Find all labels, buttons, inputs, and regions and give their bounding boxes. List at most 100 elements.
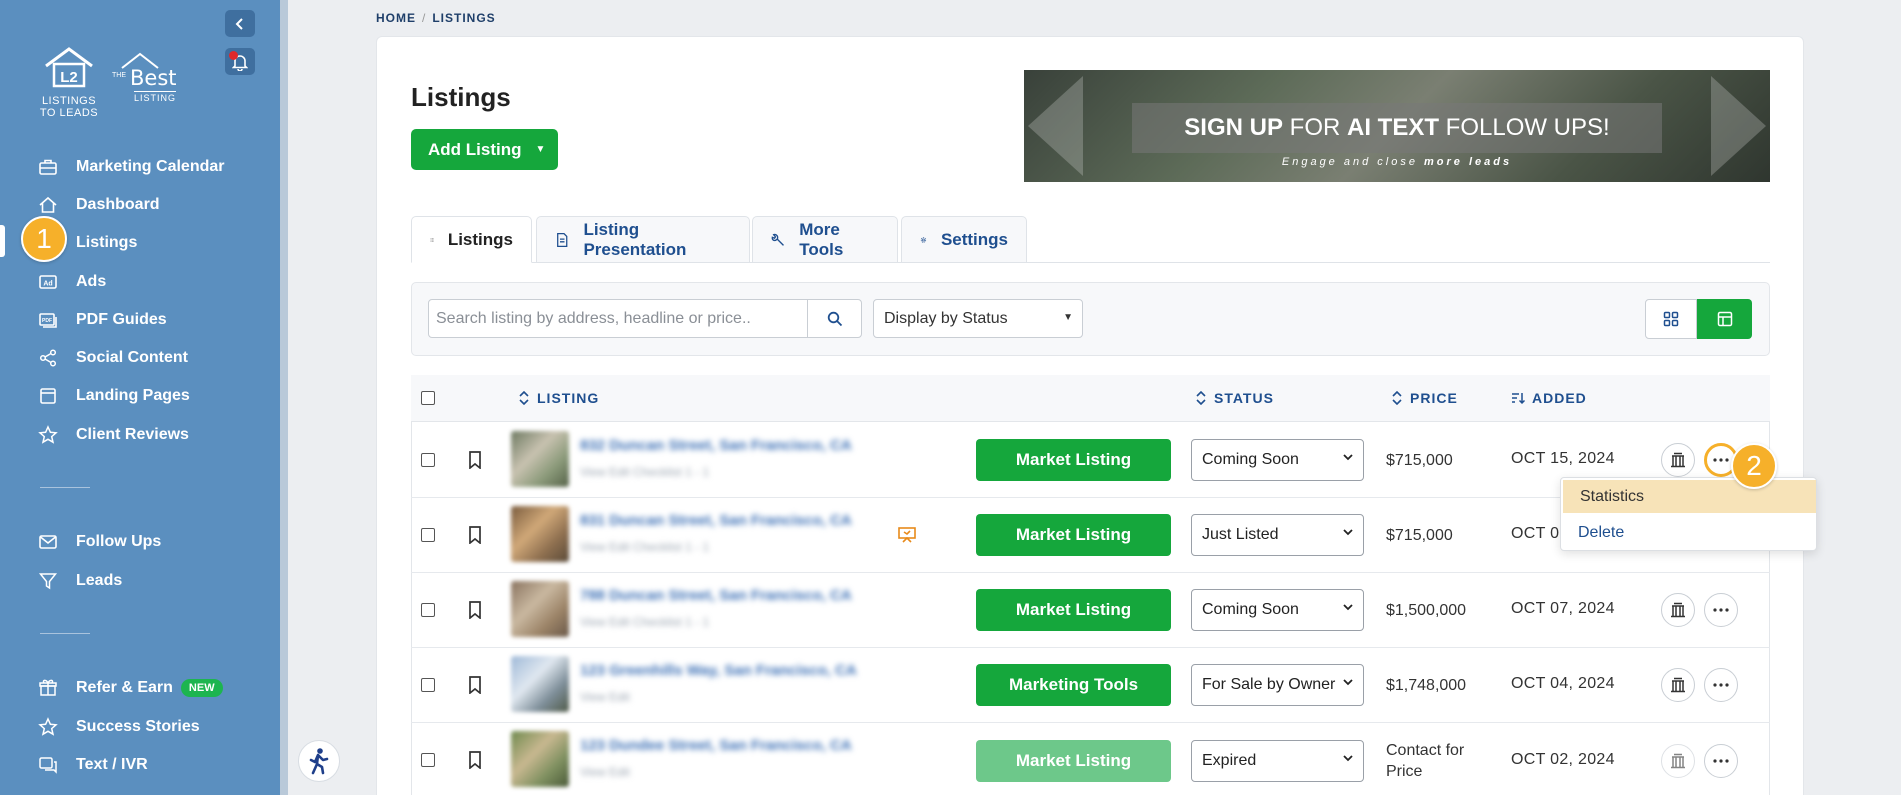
row-checkbox[interactable] [421,678,435,692]
sidebar-item-social-content[interactable]: Social Content [38,344,188,372]
mls-button[interactable] [1661,593,1695,627]
row-actions-menu: Statistics Delete [1560,477,1817,551]
tab-listing-presentation[interactable]: Listing Presentation [536,216,750,263]
listing-title-link[interactable]: 788 Duncan Street, San Francisco, CA [580,587,852,604]
caret-down-icon: ▼ [1063,312,1073,323]
status-select[interactable]: Expired [1191,740,1364,782]
star-icon [38,425,58,444]
status-select-value: Coming Soon [1202,601,1299,618]
listing-title-link[interactable]: 123 Dundee Street, San Francisco, CA [580,737,852,754]
column-header-price[interactable]: PRICE [1391,390,1458,406]
sidebar-item-label: Refer & Earn [76,679,173,696]
sidebar-item-refer-earn[interactable]: Refer & Earn NEW [38,674,223,702]
more-actions-button[interactable] [1704,593,1738,627]
select-all-checkbox[interactable] [421,391,435,405]
column-header-status[interactable]: STATUS [1195,390,1274,406]
listing-subactions[interactable]: View Edit [580,765,630,779]
listing-title-link[interactable]: 831 Duncan Street, San Francisco, CA [580,512,852,529]
more-actions-button[interactable] [1704,744,1738,778]
mls-button[interactable] [1661,668,1695,702]
step-marker-1: 1 [21,216,67,262]
notifications-button[interactable] [225,48,255,75]
row-checkbox[interactable] [421,453,435,467]
gear-icon [920,236,927,243]
grid-icon [1663,311,1679,327]
status-select[interactable]: Coming Soon [1191,589,1364,631]
sidebar-item-label: Listings [76,234,138,251]
sidebar-item-leads[interactable]: Leads [38,567,122,595]
chevron-left-icon [235,17,243,30]
row-checkbox[interactable] [421,603,435,617]
search-input[interactable] [428,299,808,338]
listing-title-link[interactable]: 832 Duncan Street, San Francisco, CA [580,437,852,454]
mls-button[interactable] [1661,744,1695,778]
mls-button[interactable] [1661,443,1695,477]
banner-headline-part: AI TEXT [1346,114,1439,141]
bookmark-icon[interactable] [468,676,482,694]
bookmark-icon[interactable] [468,751,482,769]
listing-subactions[interactable]: View Edit Checklist 1 - 1 [580,540,709,554]
listing-thumbnail[interactable] [511,506,569,562]
price-cell: Contact for Price [1386,740,1464,782]
promo-banner[interactable]: SIGN UP FOR AI TEXT FOLLOW UPS! Engage a… [1024,70,1770,182]
row-checkbox[interactable] [421,528,435,542]
sort-icon [519,391,529,405]
sidebar-item-ads[interactable]: Ad Ads [38,268,106,296]
tab-more-tools[interactable]: More Tools [752,216,898,263]
document-icon [557,232,568,247]
column-header-listing[interactable]: LISTING [518,390,599,406]
status-select[interactable]: Just Listed [1191,514,1364,556]
mail-icon [39,535,57,549]
the-best-listing-logo[interactable]: THE Best LISTING [112,52,177,104]
collapse-sidebar-button[interactable] [225,10,255,37]
status-filter-select[interactable]: Display by Status ▼ [873,299,1083,338]
status-select[interactable]: Coming Soon [1191,439,1364,481]
bookmark-icon[interactable] [468,451,482,469]
listing-thumbnail[interactable] [511,731,569,787]
column-header-added[interactable]: ADDED [1511,390,1587,406]
breadcrumb-home[interactable]: HOME [376,11,416,25]
tab-settings[interactable]: Settings [901,216,1027,263]
market-listing-button[interactable]: Market Listing [976,740,1171,782]
table-view-button[interactable] [1697,299,1752,339]
listing-thumbnail[interactable] [511,431,569,487]
menu-item-statistics[interactable]: Statistics [1563,480,1816,513]
listing-subactions[interactable]: View Edit Checklist 1 - 1 [580,615,709,629]
grid-view-button[interactable] [1645,299,1697,339]
presentation-icon[interactable] [898,527,916,543]
sidebar-item-label: Leads [76,572,123,589]
menu-item-delete[interactable]: Delete [1561,516,1818,549]
bookmark-icon[interactable] [468,601,482,619]
sidebar-item-follow-ups[interactable]: Follow Ups [38,528,161,556]
sort-descending-icon [1512,393,1525,405]
market-listing-button[interactable]: Market Listing [976,589,1171,631]
sidebar-item-client-reviews[interactable]: Client Reviews [38,421,189,449]
more-actions-button[interactable] [1704,668,1738,702]
listing-subactions[interactable]: View Edit Checklist 1 - 1 [580,465,709,479]
status-select-value: Coming Soon [1202,451,1299,468]
status-select[interactable]: For Sale by Owner [1191,664,1364,706]
add-listing-button[interactable]: Add Listing ▼ [411,129,558,170]
accessibility-walking-icon [309,748,329,775]
listing-title-link[interactable]: 123 Greenhills Way, San Francisco, CA [580,662,857,679]
table-icon [1717,311,1732,327]
listing-subactions[interactable]: View Edit [580,690,630,704]
row-checkbox[interactable] [421,753,435,767]
sidebar-item-pdf-guides[interactable]: PDF PDF Guides [38,306,167,334]
sidebar-item-landing-pages[interactable]: Landing Pages [38,382,190,410]
listings-to-leads-logo[interactable]: L2 LISTINGS TO LEADS [38,46,100,119]
listing-thumbnail[interactable] [511,656,569,712]
market-listing-button[interactable]: Market Listing [976,439,1171,481]
sidebar-item-dashboard[interactable]: Dashboard [38,191,160,219]
sidebar-item-marketing-calendar[interactable]: Marketing Calendar [38,153,224,181]
listing-thumbnail[interactable] [511,581,569,637]
sidebar-item-text-ivr[interactable]: Text / IVR [38,751,148,779]
search-button[interactable] [807,299,862,338]
marketing-tools-button[interactable]: Marketing Tools [976,664,1171,706]
tab-listings[interactable]: Listings [411,216,532,263]
accessibility-button[interactable] [298,740,340,782]
sidebar-scrollbar[interactable] [280,0,288,795]
market-listing-button[interactable]: Market Listing [976,514,1171,556]
bookmark-icon[interactable] [468,526,482,544]
sidebar-item-success-stories[interactable]: Success Stories [38,713,200,741]
